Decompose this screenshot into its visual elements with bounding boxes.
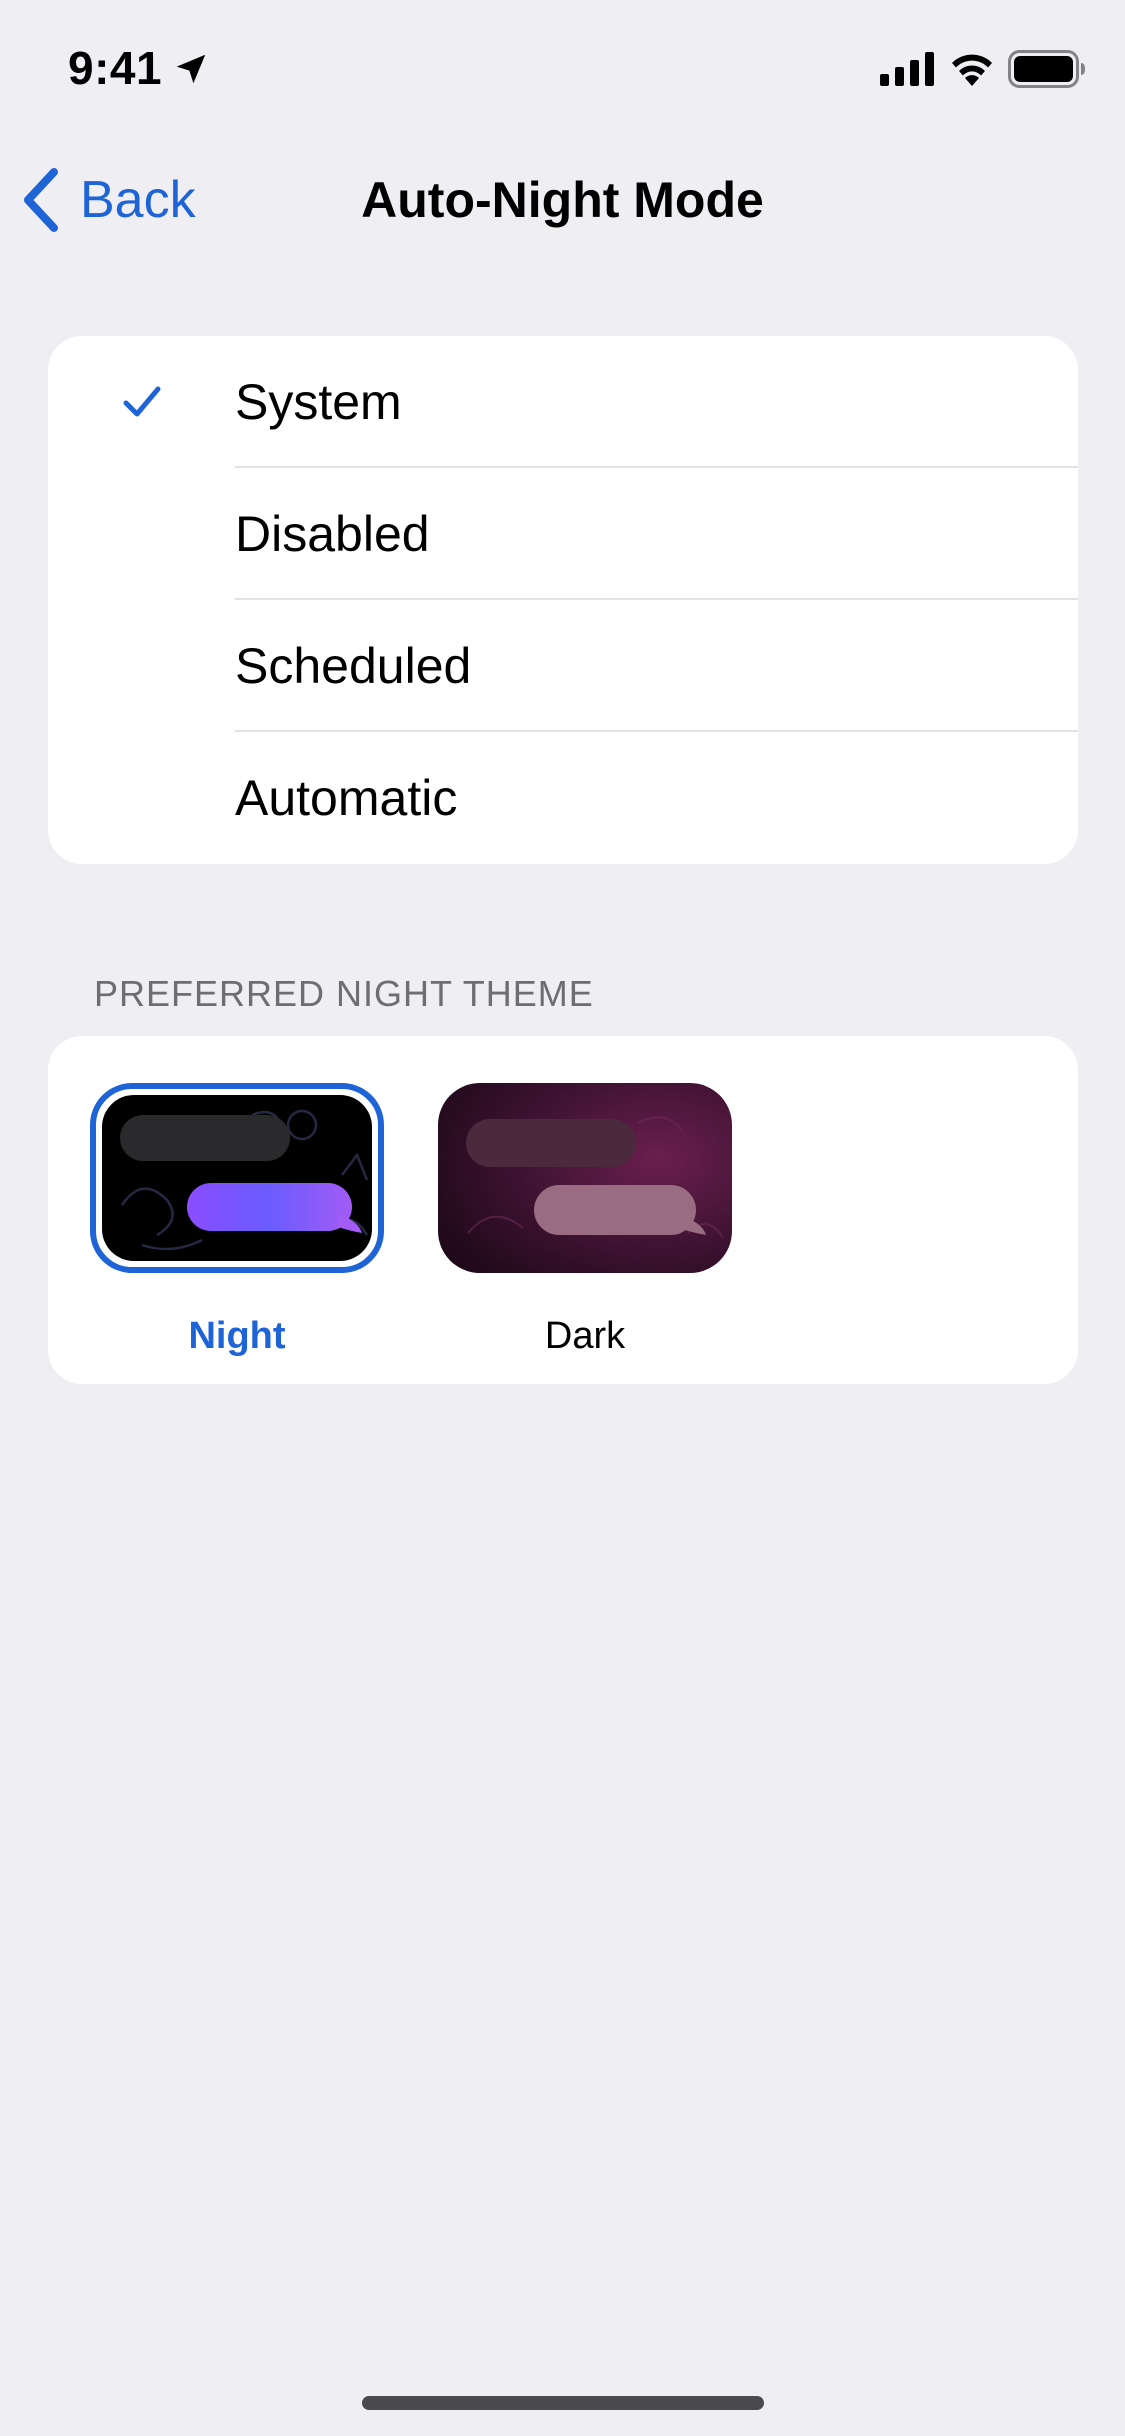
location-arrow-icon: [176, 54, 206, 84]
theme-picker: Night Dark: [48, 1036, 1078, 1384]
mode-option-scheduled[interactable]: Scheduled: [48, 600, 1078, 732]
theme-option-night[interactable]: Night: [90, 1036, 390, 1384]
theme-option-label: Dark: [544, 1315, 626, 1357]
navigation-bar: Back Auto-Night Mode: [0, 150, 1125, 250]
theme-option-label: Night: [188, 1315, 286, 1357]
status-time: 9:41: [68, 42, 163, 94]
mode-option-system[interactable]: System: [48, 336, 1078, 468]
home-indicator[interactable]: [362, 2396, 764, 2410]
screen: 9:41 Back Auto-Night Mode System Disable…: [0, 0, 1125, 2436]
mode-option-label: Scheduled: [235, 638, 472, 694]
cellular-signal-icon: [880, 52, 934, 86]
wifi-icon: [952, 54, 992, 86]
mode-option-automatic[interactable]: Automatic: [48, 732, 1078, 864]
mode-option-disabled[interactable]: Disabled: [48, 468, 1078, 600]
night-theme-preview-image: [102, 1095, 372, 1261]
dark-theme-preview-image: [438, 1083, 732, 1273]
theme-option-dark[interactable]: Dark: [438, 1036, 738, 1384]
battery-icon: [1008, 50, 1085, 88]
page-title: Auto-Night Mode: [361, 172, 764, 228]
section-header-preferred-night-theme: PREFERRED NIGHT THEME: [94, 973, 594, 1014]
dark-theme-preview: [438, 1083, 732, 1273]
checkmark-icon: [123, 386, 161, 417]
mode-option-label: Automatic: [235, 770, 458, 826]
night-theme-preview: [102, 1095, 372, 1261]
mode-option-label: System: [235, 374, 402, 430]
status-bar: 9:41: [0, 0, 1125, 140]
mode-option-label: Disabled: [235, 506, 430, 562]
mode-options-list: System Disabled Scheduled Automatic: [48, 336, 1078, 864]
